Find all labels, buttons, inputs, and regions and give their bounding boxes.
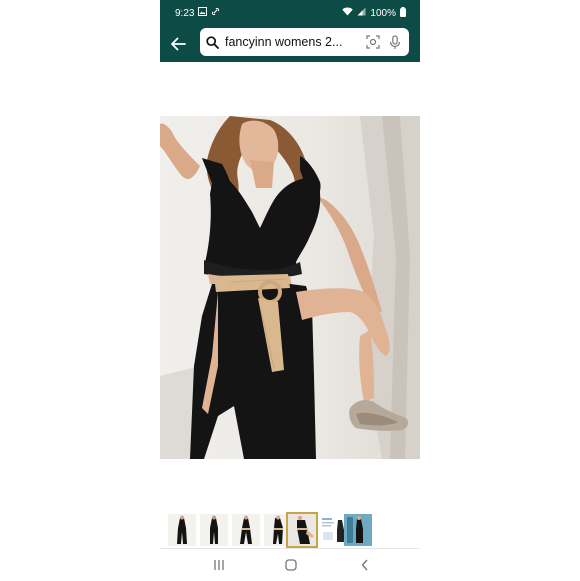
search-query-text: fancyinn womens 2... (225, 35, 343, 49)
thumbnail-3[interactable] (232, 514, 260, 546)
model-photo (160, 116, 420, 459)
signal-icon (357, 7, 366, 19)
phone-screen: 9:23 100% fancyinn womens 2... (160, 0, 420, 581)
nav-back-button[interactable] (354, 555, 376, 575)
wifi-icon (342, 7, 354, 19)
thumbnail-5[interactable] (286, 512, 318, 548)
thumbnail-strip (160, 512, 420, 548)
nav-back-icon (361, 559, 368, 571)
search-icon (206, 35, 219, 49)
link-notification-icon (211, 7, 220, 19)
back-arrow-icon (171, 37, 186, 51)
voice-search-button[interactable] (387, 34, 403, 50)
search-input[interactable]: fancyinn womens 2... (200, 28, 409, 56)
battery-icon (400, 6, 406, 20)
status-bar: 9:23 100% (160, 0, 420, 26)
recent-apps-button[interactable] (208, 555, 230, 575)
search-header: fancyinn womens 2... (160, 26, 420, 62)
home-button[interactable] (280, 555, 302, 575)
product-image[interactable] (160, 116, 420, 459)
system-navigation-bar (160, 548, 420, 581)
home-icon (285, 559, 297, 571)
thumbnail-2[interactable] (200, 514, 228, 546)
recent-apps-icon (214, 560, 224, 570)
camera-search-button[interactable] (365, 34, 381, 50)
battery-percent: 100% (370, 7, 396, 19)
thumbnail-7[interactable] (344, 514, 372, 546)
gallery-notification-icon (198, 7, 208, 19)
camera-scan-icon (366, 35, 380, 49)
thumbnail-1[interactable] (168, 514, 196, 546)
back-button[interactable] (166, 33, 190, 55)
microphone-icon (389, 34, 401, 49)
status-time: 9:23 (175, 7, 195, 19)
